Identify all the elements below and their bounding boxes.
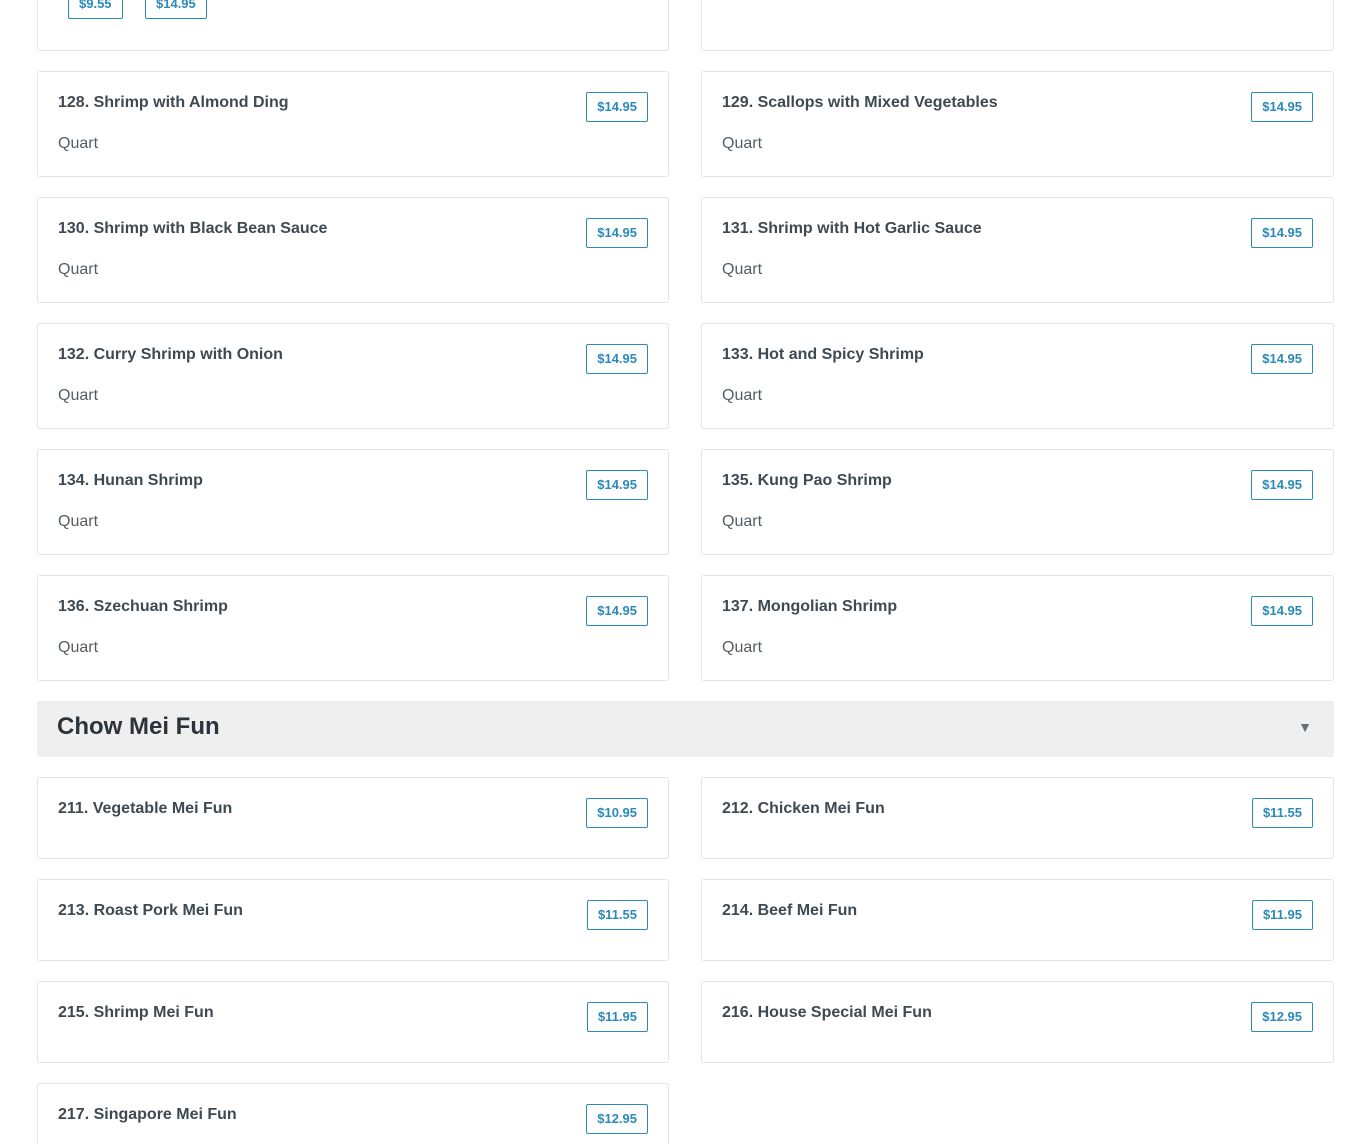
menu-item-card[interactable]: 134. Hunan Shrimp Quart $14.95 [37,449,669,555]
item-description: Quart [722,639,763,656]
menu-item-card[interactable]: 133. Hot and Spicy Shrimp Quart $14.95 [701,323,1334,429]
menu-item-card[interactable]: 131. Shrimp with Hot Garlic Sauce Quart … [701,197,1334,303]
item-name: 216. House Special Mei Fun [722,1004,932,1021]
section-title: Chow Mei Fun [57,713,220,740]
price-button[interactable]: $14.95 [586,596,648,626]
item-description: Quart [722,135,763,152]
item-description: Quart [722,513,763,530]
price-button[interactable]: $14.95 [586,470,648,500]
menu-item-card[interactable]: 136. Szechuan Shrimp Quart $14.95 [37,575,669,681]
menu-item-card[interactable]: 211. Vegetable Mei Fun $10.95 [37,777,669,859]
price-button[interactable]: $12.95 [1251,1002,1313,1032]
menu-item-card[interactable]: 212. Chicken Mei Fun $11.55 [701,777,1334,859]
menu-item-card[interactable]: 213. Roast Pork Mei Fun $11.55 [37,879,669,961]
menu-item-card[interactable]: 129. Scallops with Mixed Vegetables Quar… [701,71,1334,177]
item-name: 137. Mongolian Shrimp [722,598,898,615]
item-name: 128. Shrimp with Almond Ding [58,94,289,111]
price-button[interactable]: $14.95 [586,92,648,122]
menu-item-card-partial[interactable]: $9.55 $14.95 [37,0,669,51]
triangle-down-icon[interactable]: ▼ [1298,719,1312,735]
price-button[interactable]: $14.95 [1251,344,1313,374]
menu-item-card-partial[interactable] [701,0,1334,51]
price-button[interactable]: $9.55 [68,0,123,19]
item-name: 136. Szechuan Shrimp [58,598,228,615]
price-button[interactable]: $14.95 [1251,92,1313,122]
item-name: 215. Shrimp Mei Fun [58,1004,214,1021]
price-button[interactable]: $11.95 [586,1002,648,1032]
item-name: 134. Hunan Shrimp [58,472,203,489]
price-button[interactable]: $14.95 [586,344,648,374]
price-button[interactable]: $14.95 [586,218,648,248]
item-name: 132. Curry Shrimp with Onion [58,346,283,363]
item-description: Quart [58,261,99,278]
item-description: Quart [58,387,99,404]
item-description: Quart [58,513,99,530]
item-description: Quart [58,639,99,656]
price-button[interactable]: $14.95 [1251,596,1313,626]
menu-item-card[interactable]: 128. Shrimp with Almond Ding Quart $14.9… [37,71,669,177]
menu-item-card[interactable]: 215. Shrimp Mei Fun $11.95 [37,981,669,1063]
item-name: 211. Vegetable Mei Fun [58,800,233,817]
menu-item-card[interactable]: 130. Shrimp with Black Bean Sauce Quart … [37,197,669,303]
item-name: 135. Kung Pao Shrimp [722,472,892,489]
price-button[interactable]: $14.95 [1251,218,1313,248]
menu-item-card[interactable]: 214. Beef Mei Fun $11.95 [701,879,1334,961]
item-name: 129. Scallops with Mixed Vegetables [722,94,998,111]
item-description: Quart [722,261,763,278]
item-name: 212. Chicken Mei Fun [722,800,885,817]
item-description: Quart [722,387,763,404]
menu-item-card[interactable]: 217. Singapore Mei Fun $12.95 [37,1083,669,1144]
menu-item-card[interactable]: 135. Kung Pao Shrimp Quart $14.95 [701,449,1334,555]
item-name: 213. Roast Pork Mei Fun [58,902,243,919]
price-button[interactable]: $11.55 [586,900,648,930]
item-name: 131. Shrimp with Hot Garlic Sauce [722,220,982,237]
menu-item-card[interactable]: 216. House Special Mei Fun $12.95 [701,981,1334,1063]
item-name: 217. Singapore Mei Fun [58,1106,237,1123]
menu-item-card[interactable]: 132. Curry Shrimp with Onion Quart $14.9… [37,323,669,429]
price-button[interactable]: $12.95 [586,1104,648,1134]
item-description: Quart [58,135,99,152]
price-button[interactable]: $11.95 [1251,900,1313,930]
price-button[interactable]: $11.55 [1251,798,1313,828]
item-name: 133. Hot and Spicy Shrimp [722,346,924,363]
item-name: 214. Beef Mei Fun [722,902,858,919]
section-header-chow-mei-fun[interactable]: Chow Mei Fun ▼ [37,701,1334,757]
menu-page: $9.55 $14.95 128. Shrimp with Almond Din… [0,0,1370,1144]
item-name: 130. Shrimp with Black Bean Sauce [58,220,328,237]
menu-item-card[interactable]: 137. Mongolian Shrimp Quart $14.95 [701,575,1334,681]
price-button[interactable]: $14.95 [1251,470,1313,500]
price-button[interactable]: $14.95 [145,0,207,19]
price-button[interactable]: $10.95 [586,798,648,828]
